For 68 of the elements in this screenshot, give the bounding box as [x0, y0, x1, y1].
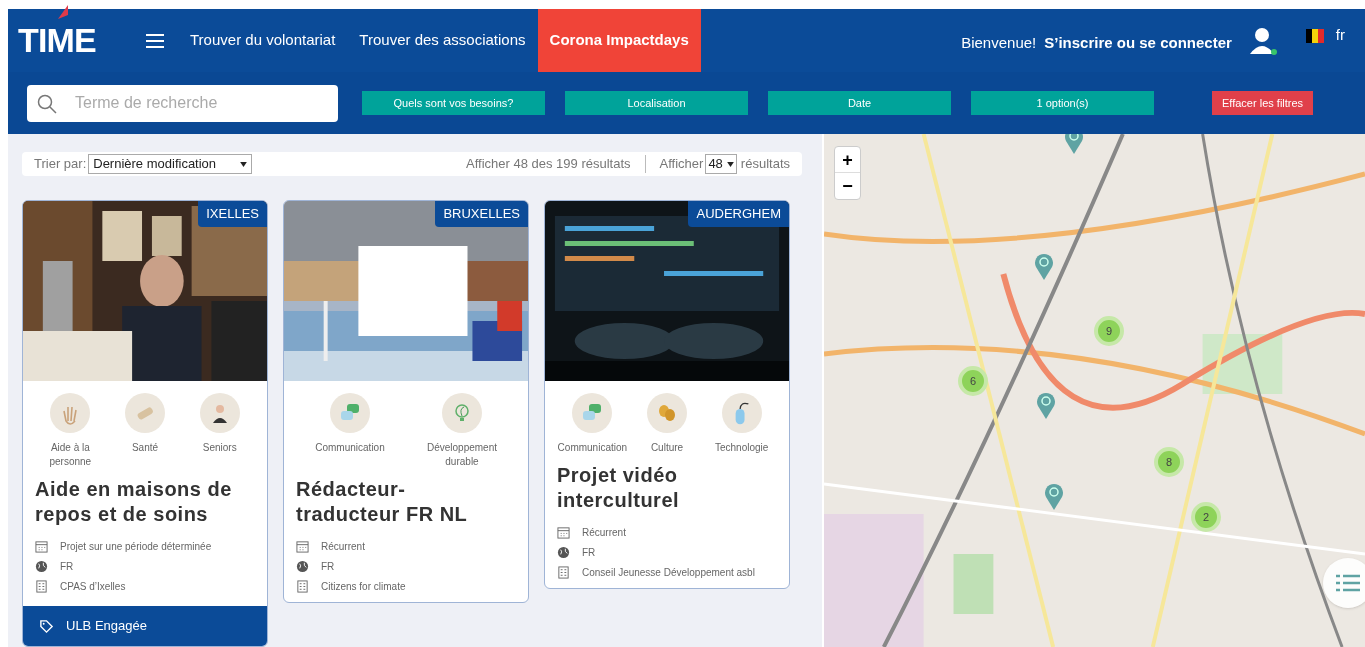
project-card[interactable]: AUDERGHEM Communication Culture Technologie Projet vidéo interculturel Récurrent FR Conseil Jeunesse Développement asbl [544, 200, 790, 589]
category-label: Seniors [202, 441, 237, 455]
category-label: Culture [650, 441, 684, 455]
detail-text: Projet sur une période déterminée [60, 540, 212, 554]
user-icon[interactable] [1247, 25, 1278, 56]
card-title[interactable]: Aide en maisons de repos et de soins [35, 477, 255, 527]
tag-icon [39, 618, 54, 634]
category-label: Développement durable [426, 441, 498, 469]
list-icon [1336, 574, 1360, 592]
nav-link[interactable]: Trouver des associations [347, 9, 538, 72]
zoom-in-button[interactable]: + [835, 147, 860, 173]
map-pin-icon[interactable] [1036, 391, 1056, 419]
dropdown-arrow-icon [240, 161, 248, 167]
detail-text: Récurrent [321, 540, 365, 554]
detail-text: Récurrent [582, 526, 626, 540]
map[interactable]: + − 9 6 8 2 [824, 134, 1365, 647]
card-title[interactable]: Rédacteur-traducteur FR NL [296, 477, 516, 527]
nav-link[interactable]: Trouver du volontariat [178, 9, 348, 72]
nav-link[interactable]: Corona Impactdays [537, 9, 701, 72]
show-label: Afficher [659, 155, 704, 174]
building-icon [296, 580, 309, 593]
detail-text: Citizens for climate [321, 580, 406, 594]
calendar-icon [35, 540, 48, 553]
logo[interactable]: TIME [18, 21, 96, 59]
detail-text: CPAS d’Ixelles [60, 580, 126, 594]
page-size-dropdown[interactable]: 48 [705, 154, 737, 174]
project-card[interactable]: IXELLES Aide à la personne Santé Seniors Aide en maisons de repos et de soins Projet sur une période déterminée FR CPAS d’Ixelles ULB Engagée [22, 200, 268, 647]
category-label: Communication [315, 441, 385, 455]
calendar-icon [557, 526, 570, 539]
detail-text: FR [582, 546, 596, 560]
map-pin-icon[interactable] [1064, 134, 1084, 154]
clear-filters-button[interactable]: Effacer les filtres [1212, 91, 1314, 115]
map-pin-icon[interactable] [1044, 482, 1064, 510]
zoom-out-button[interactable]: − [835, 173, 860, 199]
category-label: Aide à la personne [48, 441, 93, 469]
calendar-icon [296, 540, 309, 553]
welcome-text: Bienvenue! [961, 33, 1037, 54]
results-count: Afficher 48 des 199 résultats [466, 155, 631, 174]
language-selector[interactable]: fr [1335, 24, 1345, 47]
building-icon [557, 566, 570, 579]
computer-mouse-icon [734, 401, 749, 425]
dropdown-arrow-icon [726, 161, 734, 167]
card-title[interactable]: Projet vidéo interculturel [557, 463, 777, 513]
flag-icon [58, 5, 68, 19]
location-badge: IXELLES [198, 201, 267, 227]
building-icon [35, 580, 48, 593]
project-card[interactable]: BRUXELLES Communication Développement durable Rédacteur-traducteur FR NL Récurrent FR Citizens for climate [283, 200, 529, 603]
search-field[interactable]: Terme de recherche [27, 84, 338, 122]
detail-text: Conseil Jeunesse Développement asbl [582, 566, 755, 580]
location-badge: AUDERGHEM [688, 201, 789, 227]
location-badge: BRUXELLES [435, 201, 528, 227]
globe-icon [296, 560, 309, 573]
category-label: Technologie [715, 441, 769, 455]
menu-icon[interactable] [146, 33, 164, 48]
category-label: Santé [131, 441, 159, 455]
belgian-flag-icon [1305, 28, 1324, 43]
show-suffix: résultats [740, 155, 790, 174]
globe-icon [557, 546, 570, 559]
sort-dropdown[interactable]: Dernière modification [88, 154, 253, 174]
search-icon [37, 93, 57, 114]
sort-label: Trier par: [34, 155, 87, 174]
globe-icon [35, 560, 48, 573]
map-pin-icon[interactable] [1034, 252, 1054, 280]
detail-text: FR [60, 560, 74, 574]
detail-text: FR [321, 560, 335, 574]
footer-label: ULB Engagée [66, 617, 147, 636]
category-label: Communication [557, 441, 628, 455]
login-link[interactable]: S’inscrire ou se connecter [1044, 32, 1232, 55]
